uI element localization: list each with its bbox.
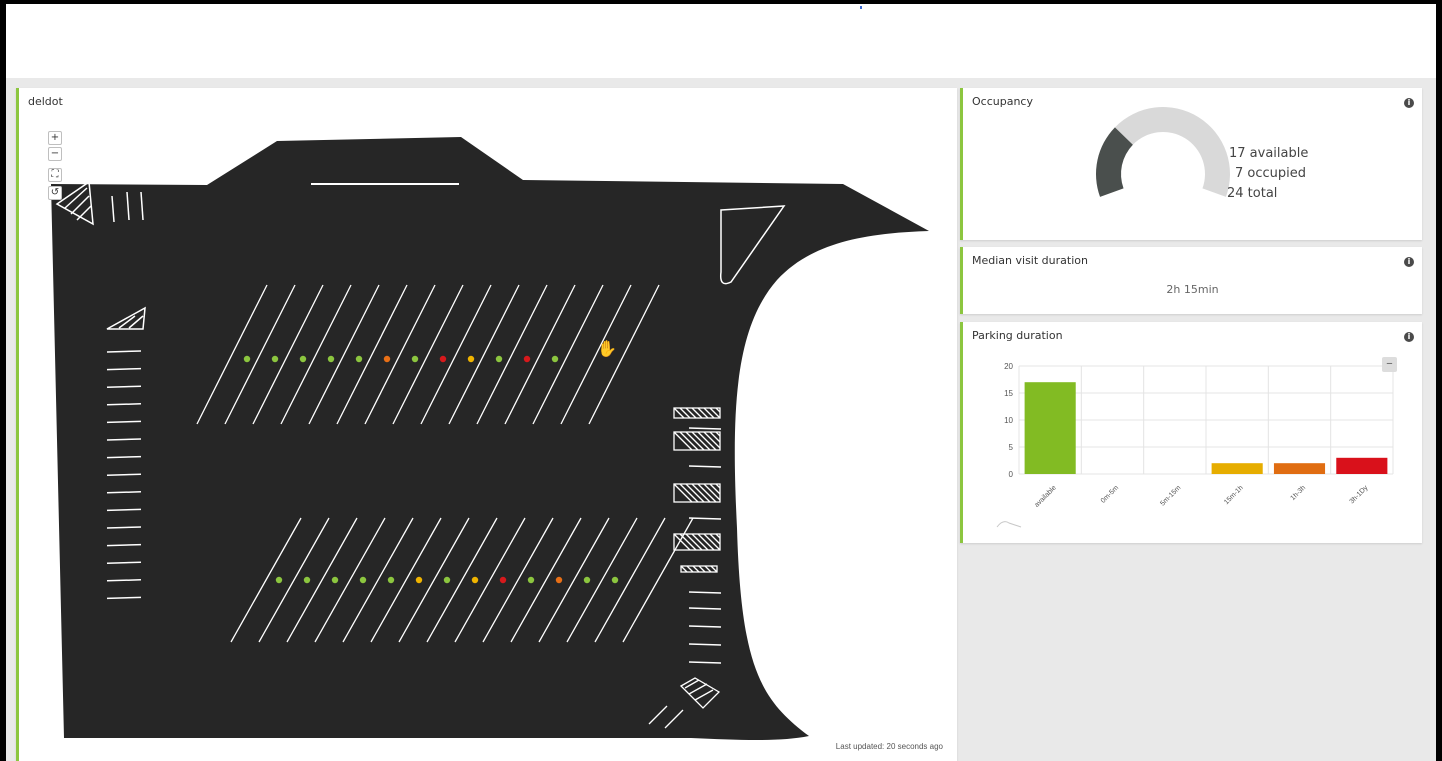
parking-sensor-dot[interactable] (611, 576, 619, 584)
stall-line (688, 517, 722, 520)
stall-line (106, 543, 142, 547)
top-bar (6, 4, 1436, 78)
zoom-in-button[interactable]: + (48, 131, 62, 145)
parking-sensor-dot[interactable] (299, 355, 307, 363)
gauge-available-arc (1114, 106, 1230, 197)
stall-line (106, 526, 142, 529)
parking-sensor-dot[interactable] (243, 355, 251, 363)
stall-line (106, 596, 142, 600)
parking-sensor-dot[interactable] (387, 576, 395, 584)
stall-line (106, 561, 142, 564)
stall-line (688, 591, 722, 594)
parking-sensor-dot[interactable] (439, 355, 447, 363)
stall-line (688, 427, 722, 430)
parking-sensor-dot[interactable] (555, 576, 563, 584)
parking-sensor-dot[interactable] (495, 355, 503, 363)
stall-line (106, 367, 142, 371)
occupancy-panel: Occupancy i 17 available 7 occupied 24 t… (960, 88, 1422, 240)
parking-sensor-dot[interactable] (583, 576, 591, 584)
fullscreen-button[interactable]: ⛶ (48, 168, 62, 182)
parking-sensor-dot[interactable] (383, 355, 391, 363)
bar[interactable] (1336, 457, 1388, 474)
stall-line (688, 643, 722, 646)
parking-sensor-dot[interactable] (443, 576, 451, 584)
x-tick-label: 3h-1Dy (1349, 484, 1370, 505)
y-tick-label: 0 (1009, 470, 1014, 479)
x-tick-label: 5m-15m (1159, 484, 1182, 507)
last-updated-text: Last updated: 20 seconds ago (835, 742, 943, 751)
map-title: deldot (28, 95, 63, 108)
y-tick-label: 15 (1004, 389, 1013, 398)
bar[interactable] (1273, 463, 1326, 474)
bar[interactable] (1211, 463, 1263, 474)
parking-sensor-dot[interactable] (499, 576, 507, 584)
stall-line (106, 491, 142, 494)
x-tick-label: available (1033, 484, 1058, 509)
parking-sensor-dot[interactable] (527, 576, 535, 584)
zoom-out-button[interactable]: − (48, 147, 62, 161)
occupancy-gauge (1096, 106, 1230, 197)
parking-sensor-dot[interactable] (551, 355, 559, 363)
available-count: 17 available (1229, 146, 1309, 161)
stall-line (688, 465, 722, 468)
stall-line (106, 473, 142, 476)
stall-line (106, 438, 142, 441)
y-tick-label: 10 (1004, 416, 1013, 425)
stall-line (688, 661, 722, 664)
bar[interactable] (1024, 382, 1076, 474)
parking-sensor-dot[interactable] (471, 576, 479, 584)
parking-duration-panel: Parking duration i 0 5 10 15 20 available 0m-5… (960, 322, 1422, 543)
parking-sensor-dot[interactable] (411, 355, 419, 363)
chart-zoom-out-button[interactable]: − (1382, 357, 1397, 372)
lot-surface (51, 137, 929, 740)
reset-view-button[interactable]: ↺ (48, 186, 62, 200)
parking-sensor-dot[interactable] (467, 355, 475, 363)
parking-lot-map[interactable]: ✋ (19, 88, 957, 761)
parking-sensor-dot[interactable] (415, 576, 423, 584)
parking-sensor-dot[interactable] (359, 576, 367, 584)
parking-sensor-dot[interactable] (303, 576, 311, 584)
parking-sensor-dot[interactable] (327, 355, 335, 363)
top-bar-marker (860, 6, 862, 9)
median-visit-panel: Median visit duration i 2h 15min (960, 247, 1422, 314)
stall-line (106, 385, 142, 388)
navigator-sparkline (996, 521, 1022, 528)
map-panel: ✋ deldot + − ⛶ ↺ Last updated: 20 second… (16, 88, 957, 761)
app-frame: ✋ deldot + − ⛶ ↺ Last updated: 20 second… (6, 4, 1436, 761)
parking-sensor-dot[interactable] (331, 576, 339, 584)
median-title: Median visit duration (972, 254, 1088, 267)
parking-sensor-dot[interactable] (275, 576, 283, 584)
stall-line (106, 350, 142, 353)
stall-line (688, 607, 722, 610)
hand-cursor-icon: ✋ (597, 339, 617, 358)
x-tick-label: 1h-3h (1290, 484, 1308, 502)
parking-sensor-dot[interactable] (523, 355, 531, 363)
parking-sensor-dot[interactable] (355, 355, 363, 363)
occupied-count: 7 occupied (1235, 166, 1307, 181)
parking-duration-chart: 0 5 10 15 20 available 0m-5m 5m-15m 15m-1h 1h-3h 3… (996, 362, 1394, 528)
y-tick-label: 20 (1004, 362, 1013, 371)
x-tick-label: 15m-1h (1223, 484, 1245, 506)
y-tick-label: 5 (1009, 443, 1014, 452)
info-icon[interactable]: i (1404, 257, 1414, 267)
stall-line (106, 579, 142, 582)
median-value: 2h 15min (1166, 283, 1219, 296)
x-tick-label: 0m-5m (1100, 484, 1120, 504)
stall-line (106, 403, 142, 406)
parking-sensor-dot[interactable] (271, 355, 279, 363)
stall-line (106, 508, 142, 512)
total-count: 24 total (1227, 186, 1278, 201)
stall-line (106, 420, 142, 424)
stall-line (688, 625, 722, 628)
stall-line (106, 455, 142, 459)
